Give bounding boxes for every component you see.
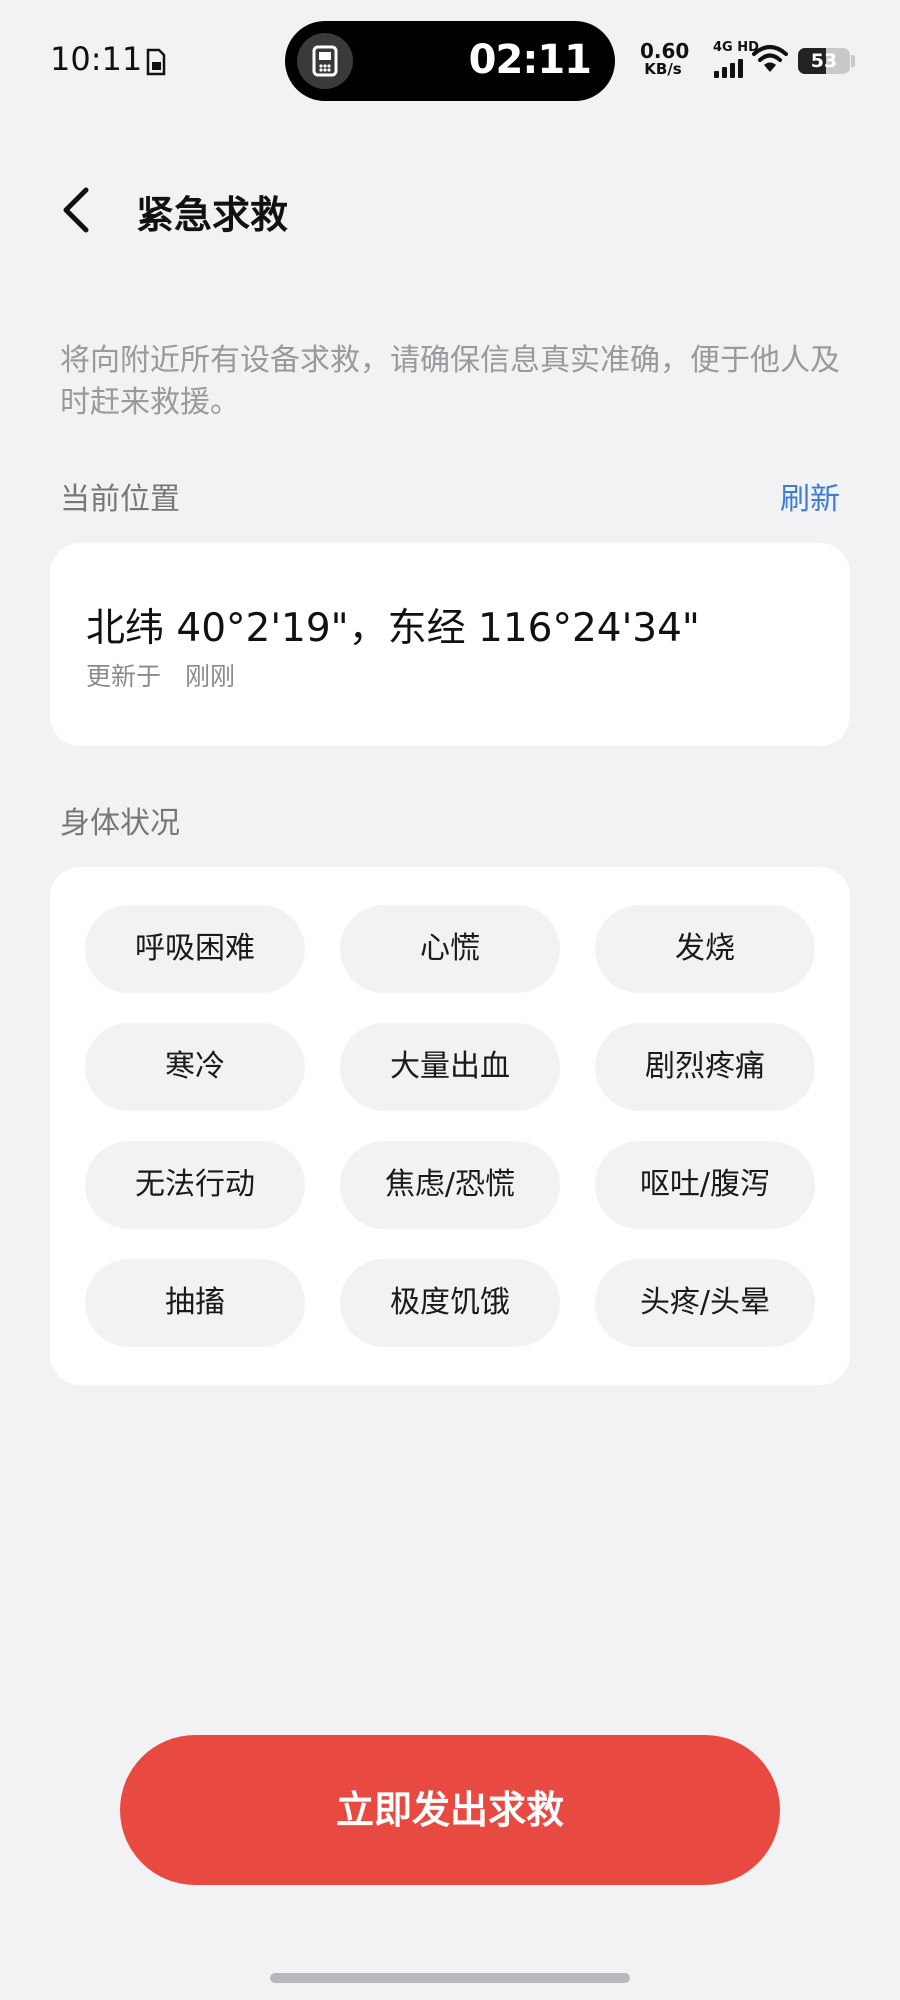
condition-chip[interactable]: 发烧 (595, 905, 815, 993)
condition-chip[interactable]: 大量出血 (340, 1023, 560, 1111)
call-active-icon (297, 33, 353, 89)
send-sos-button[interactable]: 立即发出求救 (120, 1735, 780, 1885)
status-bar: 10:11 02:11 0.60 KB/s 4G HD 53 (0, 0, 900, 120)
status-time: 10:11 (50, 40, 143, 78)
sim-card-icon (146, 48, 166, 76)
updated-value: 刚刚 (185, 662, 236, 691)
ongoing-call-pill[interactable]: 02:11 (285, 21, 615, 101)
condition-chip[interactable]: 呕吐/腹泻 (595, 1141, 815, 1229)
signal-icon (714, 59, 743, 78)
condition-chip[interactable]: 呼吸困难 (85, 905, 305, 993)
battery-level: 53 (810, 50, 838, 72)
updated-time: 更新于 刚刚 (86, 657, 235, 693)
condition-section-label: 身体状况 (60, 806, 180, 841)
notice-text: 将向附近所有设备求救，请确保信息真实准确，便于他人及时赶来救援。 (60, 343, 840, 420)
location-card: 北纬 40°2'19"，东经 116°24'34" 更新于 刚刚 (50, 543, 850, 746)
condition-chip[interactable]: 极度饥饿 (340, 1259, 560, 1347)
condition-chip[interactable]: 无法行动 (85, 1141, 305, 1229)
home-indicator[interactable] (270, 1973, 630, 1983)
coordinates-text: 北纬 40°2'19"，东经 116°24'34" (86, 606, 700, 651)
location-section-label: 当前位置 (60, 482, 180, 517)
condition-chip[interactable]: 焦虑/恐慌 (340, 1141, 560, 1229)
condition-chip[interactable]: 寒冷 (85, 1023, 305, 1111)
call-timer: 02:11 (468, 37, 592, 83)
condition-chip[interactable]: 抽搐 (85, 1259, 305, 1347)
condition-chip[interactable]: 心慌 (340, 905, 560, 993)
condition-chip[interactable]: 剧烈疼痛 (595, 1023, 815, 1111)
wifi-icon (752, 45, 788, 72)
network-speed: 0.60 KB/s (640, 39, 690, 78)
updated-prefix: 更新于 (86, 662, 162, 691)
condition-chip-grid: 呼吸困难 心慌 发烧 寒冷 大量出血 剧烈疼痛 无法行动 焦虑/恐慌 呕吐/腹泻… (85, 905, 815, 1347)
chevron-left-icon[interactable] (56, 182, 96, 238)
emergency-sos-screen: 10:11 02:11 0.60 KB/s 4G HD 53 紧急求救 将向附近… (0, 0, 900, 2000)
condition-chip[interactable]: 头疼/头晕 (595, 1259, 815, 1347)
page-title: 紧急求救 (136, 193, 289, 237)
battery-icon: 53 (798, 48, 850, 74)
condition-card: 呼吸困难 心慌 发烧 寒冷 大量出血 剧烈疼痛 无法行动 焦虑/恐慌 呕吐/腹泻… (50, 867, 850, 1385)
battery-nub (851, 55, 855, 67)
refresh-location-button[interactable]: 刷新 (780, 474, 840, 518)
